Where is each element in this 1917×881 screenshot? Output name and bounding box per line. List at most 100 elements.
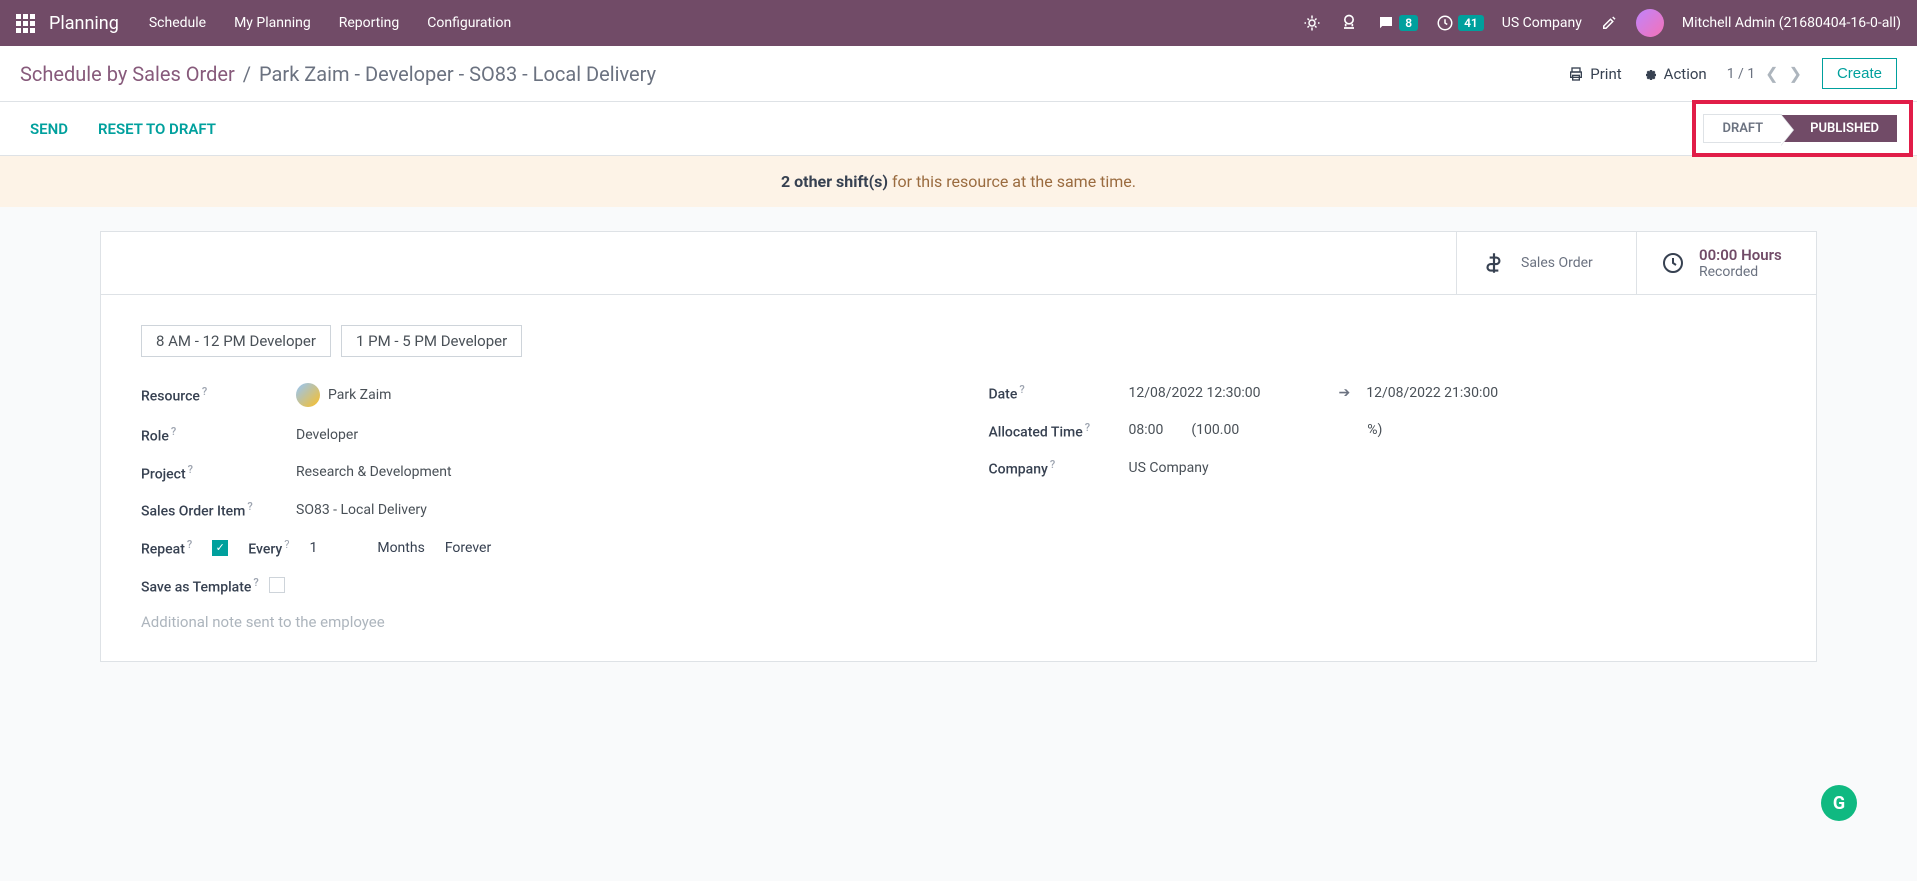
every-unit[interactable]: Months xyxy=(377,540,424,556)
apps-launcher-icon[interactable] xyxy=(16,14,35,33)
note-input[interactable]: Additional note sent to the employee xyxy=(141,613,929,631)
status-published[interactable]: PUBLISHED xyxy=(1782,115,1897,142)
status-badges: DRAFT PUBLISHED xyxy=(1703,114,1897,143)
tools-icon[interactable] xyxy=(1600,14,1618,32)
create-button[interactable]: Create xyxy=(1822,58,1897,89)
breadcrumb: Schedule by Sales Order / Park Zaim - De… xyxy=(20,62,656,86)
user-name[interactable]: Mitchell Admin (21680404-16-0-all) xyxy=(1682,15,1901,31)
two-col: Resource? Park Zaim Role? Developer Proj… xyxy=(141,383,1776,631)
sheet-top: Sales Order 00:00 Hours Recorded xyxy=(101,232,1816,295)
support-icon[interactable] xyxy=(1339,13,1359,33)
nav-schedule[interactable]: Schedule xyxy=(149,15,206,31)
every-end[interactable]: Forever xyxy=(445,540,491,556)
clock-icon xyxy=(1661,251,1685,275)
topbar-right: 8 41 US Company Mitchell Admin (21680404… xyxy=(1303,9,1901,37)
help-icon[interactable]: ? xyxy=(247,500,252,513)
help-icon[interactable]: ? xyxy=(1085,421,1090,434)
pager: 1 / 1 ❮ ❯ xyxy=(1727,64,1802,83)
help-icon[interactable]: ? xyxy=(284,538,289,551)
sheet: Sales Order 00:00 Hours Recorded 8 AM - … xyxy=(100,231,1817,662)
reset-draft-button[interactable]: RESET TO DRAFT xyxy=(98,120,216,138)
help-icon[interactable]: ? xyxy=(187,538,192,551)
repeat-label: Repeat xyxy=(141,542,185,558)
print-icon xyxy=(1568,66,1584,82)
soitem-value[interactable]: SO83 - Local Delivery xyxy=(296,502,929,518)
action-button[interactable]: Action xyxy=(1642,65,1707,83)
header-actions: Print Action 1 / 1 ❮ ❯ Create xyxy=(1568,58,1897,89)
pager-text: 1 / 1 xyxy=(1727,66,1755,82)
nav-configuration[interactable]: Configuration xyxy=(427,15,511,31)
stat-sales-order-label: Sales Order xyxy=(1521,255,1593,271)
status-draft[interactable]: DRAFT xyxy=(1703,114,1782,143)
date-to[interactable]: 12/08/2022 21:30:00 xyxy=(1366,385,1498,401)
help-icon[interactable]: ? xyxy=(171,425,176,438)
resource-value[interactable]: Park Zaim xyxy=(296,383,929,407)
company-label: Company xyxy=(989,462,1048,478)
col-right: Date? 12/08/2022 12:30:00 ➔ 12/08/2022 2… xyxy=(989,383,1777,631)
template-tag[interactable]: 8 AM - 12 PM Developer xyxy=(141,325,331,357)
nav-links: Schedule My Planning Reporting Configura… xyxy=(149,15,511,31)
tags-row: 8 AM - 12 PM Developer 1 PM - 5 PM Devel… xyxy=(141,325,1776,357)
print-button[interactable]: Print xyxy=(1568,65,1621,83)
repeat-checkbox[interactable]: ✓ xyxy=(212,540,228,556)
help-icon[interactable]: ? xyxy=(1050,458,1055,471)
alert-text: for this resource at the same time. xyxy=(888,172,1136,191)
alloc-label: Allocated Time xyxy=(989,424,1083,440)
bug-icon[interactable] xyxy=(1303,14,1321,32)
help-icon[interactable]: ? xyxy=(1019,383,1024,396)
breadcrumb-current: Park Zaim - Developer - SO83 - Local Del… xyxy=(259,62,656,86)
alloc-pct-close: %) xyxy=(1367,422,1382,438)
role-label: Role xyxy=(141,429,169,445)
template-label: Save as Template xyxy=(141,579,251,595)
activities-indicator[interactable]: 41 xyxy=(1436,14,1484,32)
arrow-right-icon: ➔ xyxy=(1338,385,1350,401)
resource-label: Resource xyxy=(141,389,200,405)
nav-reporting[interactable]: Reporting xyxy=(339,15,400,31)
gear-icon xyxy=(1642,66,1658,82)
chat-icon xyxy=(1377,14,1395,32)
pager-prev[interactable]: ❮ xyxy=(1765,64,1778,83)
template-checkbox[interactable] xyxy=(269,577,285,593)
help-icon[interactable]: ? xyxy=(202,385,207,398)
alloc-hours[interactable]: 08:00 xyxy=(1129,422,1164,438)
status-row: SEND RESET TO DRAFT DRAFT PUBLISHED xyxy=(0,102,1917,156)
breadcrumb-root[interactable]: Schedule by Sales Order xyxy=(20,62,235,86)
date-label: Date xyxy=(989,387,1018,403)
pager-next[interactable]: ❯ xyxy=(1789,64,1802,83)
breadcrumb-sep: / xyxy=(243,62,251,86)
messages-count: 8 xyxy=(1399,15,1418,31)
resource-avatar xyxy=(296,383,320,407)
app-name[interactable]: Planning xyxy=(49,13,119,34)
messages-indicator[interactable]: 8 xyxy=(1377,14,1418,32)
alert-bold[interactable]: 2 other shift(s) xyxy=(781,172,888,191)
grammarly-fab[interactable]: G xyxy=(1821,785,1857,821)
every-value[interactable]: 1 xyxy=(309,540,317,556)
every-label: Every xyxy=(248,542,282,558)
header-row: Schedule by Sales Order / Park Zaim - De… xyxy=(0,46,1917,102)
project-label: Project xyxy=(141,466,186,482)
role-value[interactable]: Developer xyxy=(296,427,929,443)
send-button[interactable]: SEND xyxy=(30,120,68,138)
stat-hours[interactable]: 00:00 Hours Recorded xyxy=(1636,232,1816,294)
content: Sales Order 00:00 Hours Recorded 8 AM - … xyxy=(0,207,1917,686)
topbar: Planning Schedule My Planning Reporting … xyxy=(0,0,1917,46)
nav-my-planning[interactable]: My Planning xyxy=(234,15,311,31)
sheet-body: 8 AM - 12 PM Developer 1 PM - 5 PM Devel… xyxy=(101,295,1816,661)
alloc-pct-open[interactable]: (100.00 xyxy=(1191,422,1239,438)
stat-hours-label: Recorded xyxy=(1699,264,1782,280)
template-tag[interactable]: 1 PM - 5 PM Developer xyxy=(341,325,522,357)
clock-icon xyxy=(1436,14,1454,32)
date-from[interactable]: 12/08/2022 12:30:00 xyxy=(1129,385,1261,401)
stat-sales-order[interactable]: Sales Order xyxy=(1456,232,1636,294)
dollar-icon xyxy=(1481,250,1507,276)
help-icon[interactable]: ? xyxy=(188,463,193,476)
activities-count: 41 xyxy=(1458,15,1484,31)
avatar[interactable] xyxy=(1636,9,1664,37)
soitem-label: Sales Order Item xyxy=(141,504,245,520)
company-switcher[interactable]: US Company xyxy=(1502,15,1582,31)
alert-bar: 2 other shift(s) for this resource at th… xyxy=(0,156,1917,207)
help-icon[interactable]: ? xyxy=(253,576,258,589)
project-value[interactable]: Research & Development xyxy=(296,464,929,480)
company-value[interactable]: US Company xyxy=(1129,460,1777,476)
stat-hours-value: 00:00 Hours xyxy=(1699,246,1782,264)
